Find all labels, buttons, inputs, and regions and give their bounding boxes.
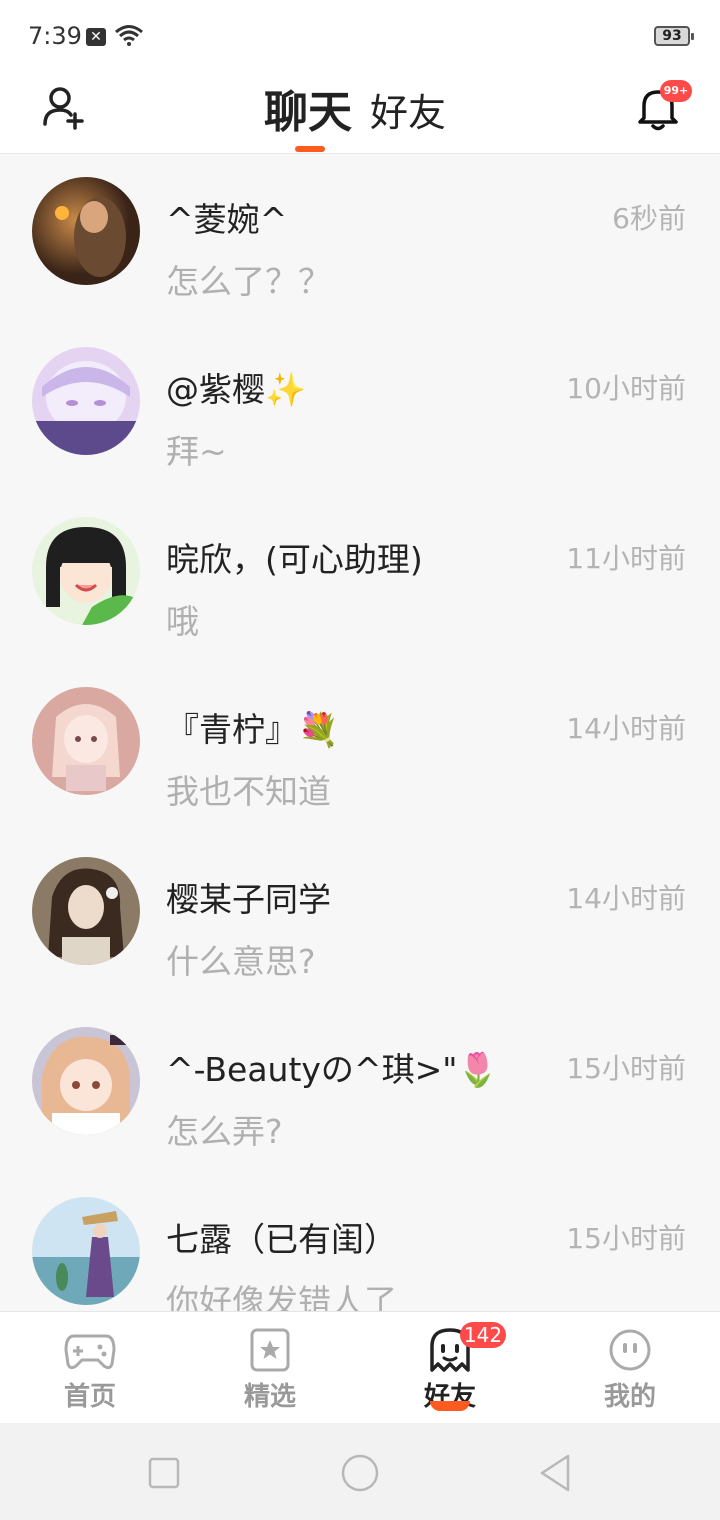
chat-name: @紫樱✨: [166, 370, 307, 409]
avatar: [32, 347, 140, 455]
chat-time: 10小时前: [566, 372, 686, 405]
chat-name: 七露（已有闺）: [166, 1220, 397, 1259]
star-card-icon: [250, 1328, 290, 1372]
chat-item[interactable]: 樱某子同学 14小时前 什么意思?: [0, 835, 720, 1005]
avatar: [32, 1027, 140, 1135]
chat-preview: 你好像发错人了: [166, 1282, 397, 1311]
chat-item[interactable]: @紫樱✨ 10小时前 拜~: [0, 325, 720, 495]
chat-preview: 什么意思?: [166, 942, 316, 981]
chat-name: 晥欣，(可心助理): [166, 540, 423, 579]
battery-indicator: 93: [654, 26, 694, 46]
chat-name: ^菱婉^: [166, 200, 288, 239]
avatar: [32, 177, 140, 285]
chat-preview: 我也不知道: [166, 772, 331, 811]
chat-time: 6秒前: [612, 202, 686, 235]
chat-time: 15小时前: [566, 1222, 686, 1255]
close-box-icon: ✕: [86, 28, 106, 46]
chat-item[interactable]: 『青柠』💐 14小时前 我也不知道: [0, 665, 720, 835]
nav-mine-label: 我的: [603, 1382, 656, 1412]
nav-home[interactable]: 首页: [0, 1312, 180, 1424]
chat-item[interactable]: 晥欣，(可心助理) 11小时前 哦: [0, 495, 720, 665]
chat-list: ^菱婉^ 6秒前 怎么了？？ @紫樱✨ 10小时前 拜~ 晥欣，(可心助理) 1…: [0, 155, 720, 1311]
nav-featured-label: 精选: [243, 1382, 296, 1412]
chat-item[interactable]: 七露（已有闺） 15小时前 你好像发错人了: [0, 1175, 720, 1311]
system-nav-bar: [0, 1423, 720, 1520]
chat-time: 14小时前: [566, 712, 686, 745]
chat-item[interactable]: ^-Beautyの^琪>"🌷 15小时前 怎么弄?: [0, 1005, 720, 1175]
active-tab-indicator: [295, 146, 325, 152]
nav-home-label: 首页: [63, 1382, 116, 1412]
nav-mine[interactable]: 我的: [540, 1312, 720, 1424]
face-icon: [609, 1329, 651, 1371]
tab-chat[interactable]: 聊天: [264, 76, 352, 140]
bottom-nav: 首页 精选 好友 我的: [0, 1311, 720, 1423]
status-time: 7:39: [28, 22, 82, 50]
recent-apps-button[interactable]: [148, 1457, 180, 1489]
friends-badge: 142: [460, 1322, 506, 1348]
gamepad-icon: [64, 1334, 116, 1370]
chat-item[interactable]: ^菱婉^ 6秒前 怎么了？？: [0, 155, 720, 325]
avatar: [32, 687, 140, 795]
chat-preview: 拜~: [166, 432, 227, 471]
notification-badge: 99+: [660, 80, 692, 102]
chat-time: 15小时前: [566, 1052, 686, 1085]
chat-preview: 怎么了？？: [166, 262, 331, 301]
avatar: [32, 857, 140, 965]
chat-name: 『青柠』💐: [166, 710, 340, 749]
wifi-icon: [115, 25, 143, 46]
chat-time: 11小时前: [566, 542, 686, 575]
chat-name: ^-Beautyの^琪>"🌷: [166, 1050, 499, 1089]
back-button[interactable]: [538, 1453, 572, 1493]
top-header: 聊天 好友 99+: [0, 72, 720, 154]
avatar: [32, 517, 140, 625]
nav-featured[interactable]: 精选: [180, 1312, 360, 1424]
avatar: [32, 1197, 140, 1305]
home-button[interactable]: [340, 1453, 380, 1493]
tab-friends[interactable]: 好友: [370, 82, 446, 137]
chat-time: 14小时前: [566, 882, 686, 915]
chat-name: 樱某子同学: [166, 880, 331, 919]
chat-preview: 哦: [166, 602, 199, 641]
status-bar: 7:39 ✕ 93: [0, 0, 720, 72]
add-friend-icon[interactable]: [40, 84, 88, 132]
chat-preview: 怎么弄?: [166, 1112, 283, 1151]
active-nav-indicator: [430, 1401, 470, 1411]
